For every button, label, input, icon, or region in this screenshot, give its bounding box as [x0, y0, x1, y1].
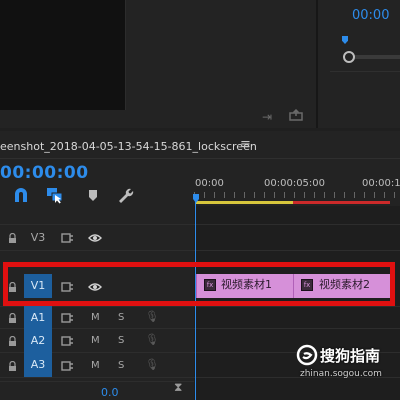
- mute-button[interactable]: M: [91, 312, 100, 323]
- solo-button[interactable]: S: [118, 335, 124, 346]
- ruler-label: 00:00:05:00: [264, 178, 326, 189]
- solo-button[interactable]: S: [118, 312, 124, 323]
- track-row-separator: [0, 224, 400, 225]
- source-monitor-viewer[interactable]: [0, 0, 125, 110]
- sync-lock-icon[interactable]: [61, 336, 74, 346]
- track-row-separator: [0, 306, 400, 307]
- track-row-separator: [0, 250, 400, 251]
- timeline-timecode[interactable]: 00:00:00: [0, 163, 89, 183]
- track-row-separator: [0, 328, 400, 329]
- solo-button[interactable]: S: [118, 360, 124, 371]
- timeline-settings-wrench-icon[interactable]: [116, 186, 134, 204]
- add-marker-icon[interactable]: [84, 186, 102, 204]
- lock-icon[interactable]: [8, 233, 17, 243]
- eye-icon[interactable]: [88, 233, 102, 243]
- watermark-brand: 搜狗指南: [320, 347, 381, 365]
- ruler-ticks: [194, 192, 400, 198]
- panel-menu-icon[interactable]: ≡: [240, 137, 251, 152]
- sogou-logo-icon: [296, 344, 318, 366]
- track-label-v3[interactable]: V3: [24, 226, 52, 250]
- go-to-end-icon[interactable]: ⧗: [174, 380, 182, 395]
- track-row-separator: [0, 381, 194, 382]
- mute-button[interactable]: M: [91, 360, 100, 371]
- ruler-label: 00:00:1: [362, 178, 400, 189]
- mute-button[interactable]: M: [91, 335, 100, 346]
- lock-icon[interactable]: [8, 361, 17, 371]
- linked-selection-icon[interactable]: [46, 186, 64, 204]
- ruler-label: 00:00: [195, 178, 224, 189]
- microphone-icon[interactable]: 🎙: [145, 333, 159, 346]
- insert-icon[interactable]: ⇥: [262, 110, 272, 124]
- microphone-icon[interactable]: 🎙: [145, 358, 159, 371]
- work-area-bar[interactable]: [196, 201, 293, 204]
- export-frame-icon[interactable]: [289, 109, 303, 121]
- track-label-a1[interactable]: A1: [24, 306, 52, 330]
- watermark-url: zhinan.sogou.com: [300, 369, 382, 379]
- highlight-annotation-box: [3, 262, 395, 306]
- timeline-sequence-tab[interactable]: eenshot_2018-04-05-13-54-15-861_lockscre…: [0, 140, 257, 153]
- program-scrub-knob[interactable]: [343, 51, 355, 63]
- render-status-bar: [293, 201, 390, 204]
- snap-magnet-icon[interactable]: [12, 186, 30, 204]
- program-divider-line: [330, 71, 400, 72]
- program-timecode[interactable]: 00:00: [352, 8, 389, 23]
- master-volume-readout[interactable]: 0.0: [101, 386, 119, 399]
- track-label-a2[interactable]: A2: [24, 329, 52, 353]
- source-viewer-edge: [125, 0, 126, 110]
- sync-lock-icon[interactable]: [61, 361, 74, 371]
- sync-lock-icon[interactable]: [61, 233, 74, 243]
- lock-icon[interactable]: [8, 313, 17, 323]
- microphone-icon[interactable]: 🎙: [145, 310, 159, 323]
- program-scrub-track[interactable]: [352, 55, 400, 59]
- lock-icon[interactable]: [8, 336, 17, 346]
- sync-lock-icon[interactable]: [61, 313, 74, 323]
- track-label-a3[interactable]: A3: [24, 353, 52, 377]
